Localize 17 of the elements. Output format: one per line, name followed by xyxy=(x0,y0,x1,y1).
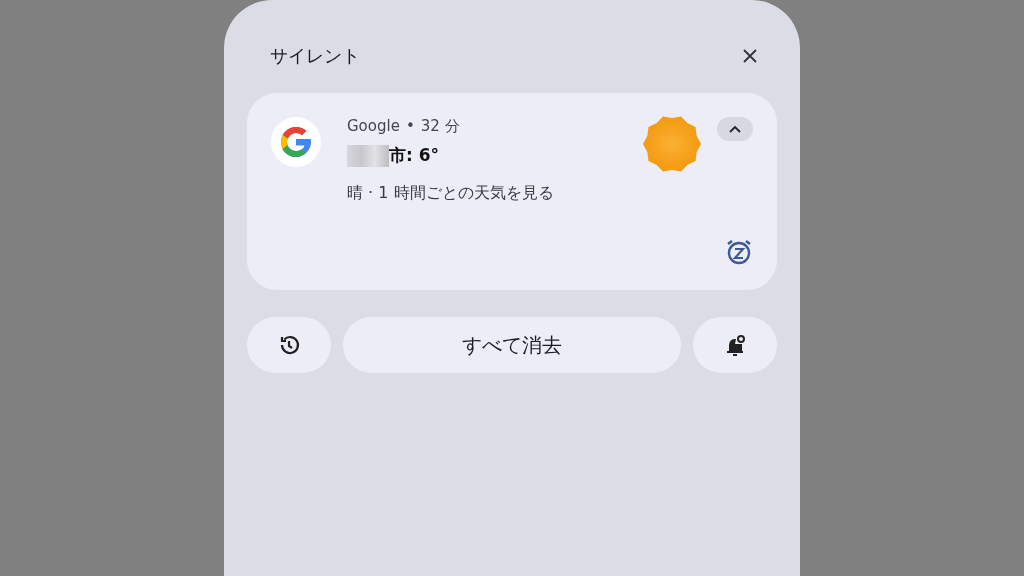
caret-icon xyxy=(729,125,741,133)
time-label: 32 分 xyxy=(420,117,460,136)
clear-all-button[interactable]: すべて消去 xyxy=(343,317,681,373)
history-button[interactable] xyxy=(247,317,331,373)
separator: • xyxy=(405,117,415,136)
app-logo-icon xyxy=(271,117,321,167)
notification-title: 市: 6° xyxy=(389,144,440,167)
blurred-block xyxy=(347,144,389,167)
notification-settings-button[interactable] xyxy=(693,317,777,373)
collapse-button[interactable] xyxy=(717,117,753,141)
notification-card[interactable]: Google • 32 分 市: 6° 晴 · 1 時間ごとの天気を見る xyxy=(247,93,777,290)
app-name: Google xyxy=(347,117,400,136)
section-title: サイレント xyxy=(270,44,360,68)
snooze-icon[interactable] xyxy=(725,238,753,266)
sun-icon xyxy=(641,113,703,175)
close-icon xyxy=(743,49,757,63)
notification-text: 晴 · 1 時間ごとの天気を見る xyxy=(347,183,555,204)
